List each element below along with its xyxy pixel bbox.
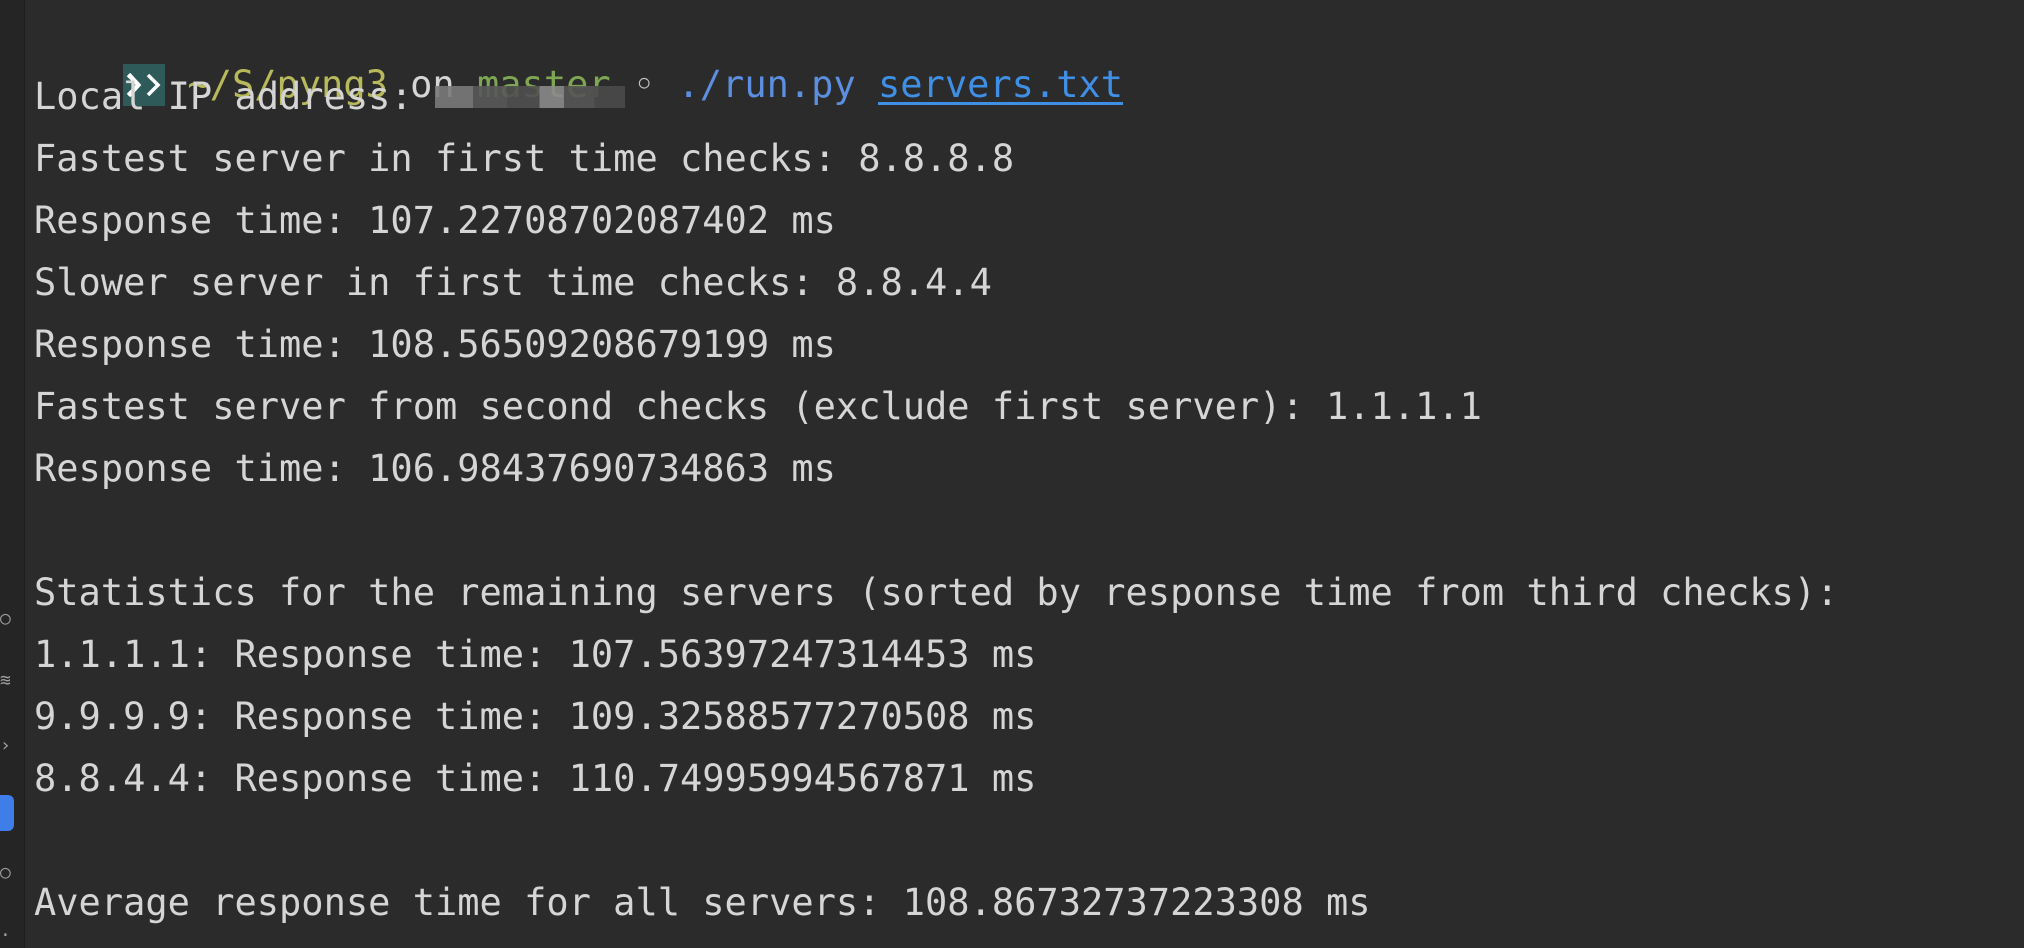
slower-first-time-line: Response time: 108.56509208679199 ms xyxy=(34,323,836,366)
prompt-separator: ◦ xyxy=(632,63,656,106)
fastest-second-time-line: Response time: 106.98437690734863 ms xyxy=(34,447,836,490)
stats-row: 1.1.1.1: Response time: 107.563972473144… xyxy=(34,633,1037,676)
local-ip-line: Local IP address: xyxy=(34,72,625,122)
stats-header-line: Statistics for the remaining servers (so… xyxy=(34,571,1839,614)
prompt-line: ~/S/pyng3 on master ◦ ./run.py servers.t… xyxy=(34,10,1123,106)
prompt-command: ./run.py xyxy=(677,63,856,106)
gutter-chevron-icon[interactable]: › xyxy=(0,735,14,757)
servers-file-link[interactable]: servers.txt xyxy=(878,63,1123,106)
slower-first-line: Slower server in first time checks: 8.8.… xyxy=(34,261,992,304)
fastest-first-time-line: Response time: 107.22708702087402 ms xyxy=(34,199,836,242)
gutter-icon-1[interactable]: ○ xyxy=(0,608,14,630)
gutter-terminal-icon-active[interactable] xyxy=(0,795,14,831)
gutter-icon-2[interactable]: ≋ xyxy=(0,670,14,692)
terminal-output[interactable]: ~/S/pyng3 on master ◦ ./run.py servers.t… xyxy=(34,0,2024,948)
stats-row: 8.8.4.4: Response time: 110.749959945678… xyxy=(34,757,1037,800)
stats-row: 9.9.9.9: Response time: 109.325885772705… xyxy=(34,695,1037,738)
fastest-first-line: Fastest server in first time checks: 8.8… xyxy=(34,137,1015,180)
left-toolbar-gutter: ○ ≋ › ○ · xyxy=(0,0,25,948)
fastest-second-line: Fastest server from second checks (exclu… xyxy=(34,385,1482,428)
redacted-ip-address xyxy=(434,85,625,108)
gutter-icon-4[interactable]: · xyxy=(0,925,14,947)
local-ip-label: Local IP address: xyxy=(34,75,413,118)
average-line: Average response time for all servers: 1… xyxy=(34,881,1371,924)
gutter-icon-3[interactable]: ○ xyxy=(0,862,14,884)
